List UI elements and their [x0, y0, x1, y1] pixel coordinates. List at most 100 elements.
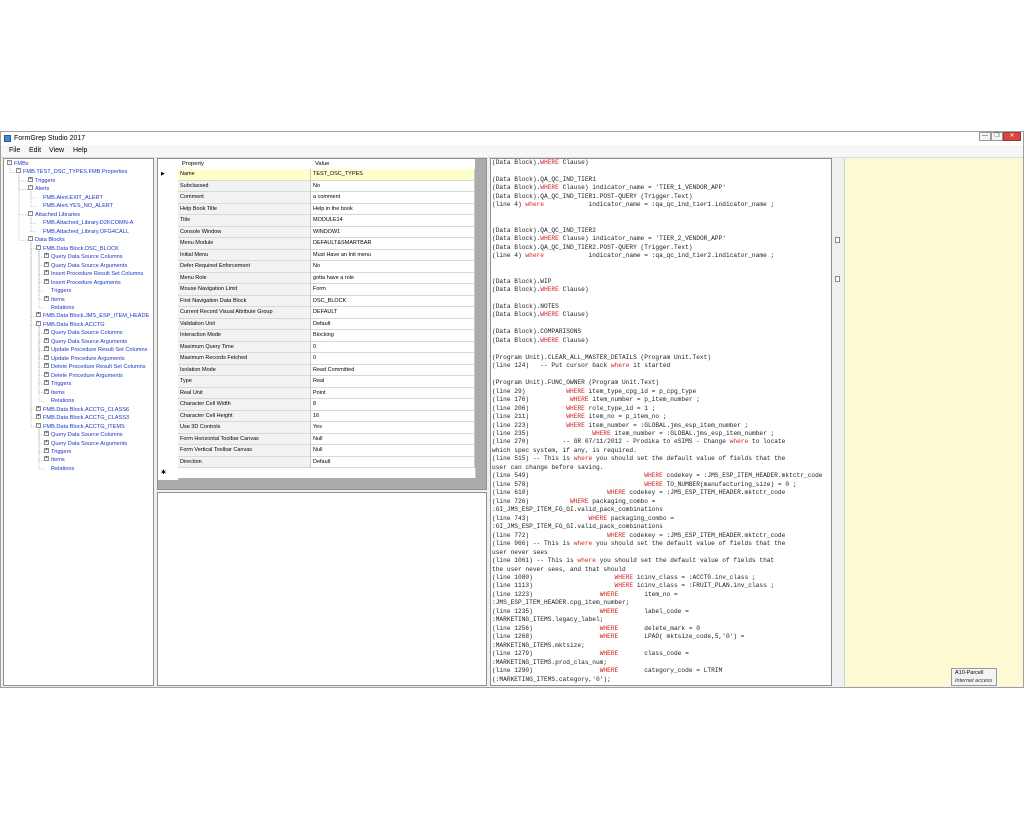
collapse-icon[interactable]: - — [36, 320, 41, 326]
grid-row[interactable]: Defer Required Enforcement No — [178, 261, 475, 273]
expand-icon[interactable]: + — [44, 329, 49, 335]
collapse-icon[interactable]: - — [28, 185, 33, 191]
expand-icon[interactable]: + — [44, 253, 49, 259]
tree-node-label[interactable]: Triggers — [51, 288, 71, 294]
property-name-cell[interactable]: Help Book Title — [178, 203, 311, 215]
collapse-icon[interactable]: - — [36, 422, 41, 428]
tree-node-label[interactable]: FMB.Data Block.ACCTG_CLASS3 — [43, 415, 129, 421]
tree-node-label[interactable]: Query Data Source Arguments — [51, 339, 127, 345]
tree-node[interactable]: + Update Procedure Arguments — [44, 354, 125, 363]
property-name-cell[interactable]: Isolation Mode — [178, 364, 311, 376]
grid-row[interactable]: Mouse Navigation Limit Form — [178, 284, 475, 296]
tree-node-label[interactable]: Query Data Source Columns — [51, 254, 123, 260]
tree-node-label[interactable]: Delete Procedure Result Set Columns — [51, 364, 146, 370]
tree-node-label[interactable]: Data Blocks — [35, 237, 65, 243]
tree-node-label[interactable]: Triggers — [35, 178, 55, 184]
tree-node-label[interactable]: Update Procedure Result Set Columns — [51, 347, 147, 353]
tree-node-label[interactable]: Triggers — [51, 381, 71, 387]
expand-icon[interactable]: + — [44, 261, 49, 267]
tree-node[interactable]: + Query Data Source Columns — [44, 253, 123, 261]
property-value-cell[interactable]: DEFAULT&SMARTBAR — [311, 238, 475, 250]
tree-node[interactable]: Relations — [44, 465, 74, 473]
property-value-cell[interactable]: Yes — [311, 422, 475, 434]
property-value-cell[interactable]: gotta have a role — [311, 272, 475, 284]
tree-node[interactable]: + Items — [44, 295, 65, 304]
grid-row[interactable]: Initial Menu Must Have an Init menu — [178, 249, 475, 261]
tree-node[interactable]: Relations — [44, 397, 74, 405]
tree-node-label[interactable]: Alerts — [35, 186, 49, 192]
tree-node-label[interactable]: FMB.Attached_Library.OFG4CALL — [43, 229, 129, 235]
property-name-cell[interactable]: Comment — [178, 192, 311, 204]
tree-node[interactable]: Relations — [44, 304, 74, 312]
menu-edit[interactable]: Edit — [29, 145, 41, 157]
property-value-cell[interactable]: TEST_DSC_TYPES — [311, 169, 475, 181]
grid-row[interactable]: Title MODULE14 — [178, 215, 475, 227]
grid-row[interactable]: Maximum Query Time 0 — [178, 341, 475, 353]
splitter-grip-top[interactable] — [835, 237, 840, 243]
property-name-cell[interactable]: Form Vertical Toolbar Canvas — [178, 445, 311, 457]
collapse-icon[interactable]: - — [28, 236, 33, 242]
property-name-cell[interactable]: Console Window — [178, 226, 311, 238]
maximize-button[interactable]: ❐ — [991, 132, 1003, 141]
property-name-cell[interactable]: Character Cell Height — [178, 410, 311, 422]
property-name-cell[interactable]: Title — [178, 215, 311, 227]
tree-node[interactable]: FMB.Alert.YES_NO_ALERT — [36, 202, 113, 210]
expand-icon[interactable]: + — [44, 337, 49, 343]
tree-node[interactable]: + Items — [44, 388, 65, 397]
property-name-cell[interactable]: Character Cell Width — [178, 399, 311, 411]
expand-icon[interactable]: + — [44, 278, 49, 284]
property-value-cell[interactable]: Form — [311, 284, 475, 296]
property-value-cell[interactable]: No — [311, 261, 475, 273]
property-name-cell[interactable]: Mouse Navigation Limit — [178, 284, 311, 296]
collapse-icon[interactable]: - — [7, 160, 12, 166]
property-name-cell[interactable]: Current Record Visual Attribute Group — [178, 307, 311, 319]
menu-help[interactable]: Help — [73, 145, 87, 157]
expand-icon[interactable]: + — [44, 447, 49, 453]
expand-icon[interactable]: + — [36, 414, 41, 420]
property-value-cell[interactable]: DEFAULT — [311, 307, 475, 319]
tree-node-label[interactable]: Relations — [51, 305, 74, 311]
tree-node[interactable]: FMB.Attached_Library.D2KCOMN-A — [36, 219, 133, 227]
grid-row[interactable]: Direction Default — [178, 456, 475, 468]
tree-node-label[interactable]: FMB.Data Block.JMS_ESP_ITEM_HEADE — [43, 313, 149, 319]
expand-icon[interactable]: + — [44, 371, 49, 377]
tree-node[interactable]: + Query Data Source Arguments — [44, 439, 127, 448]
property-value-cell[interactable]: Read Committed — [311, 364, 475, 376]
grid-row[interactable]: Type Real — [178, 376, 475, 388]
property-value-cell[interactable]: Help in the book — [311, 203, 475, 215]
grid-row[interactable]: Real Unit Point — [178, 387, 475, 399]
property-value-cell[interactable]: MODULE14 — [311, 215, 475, 227]
expand-icon[interactable]: + — [44, 380, 49, 386]
property-value-cell[interactable]: DSC_BLOCK — [311, 295, 475, 307]
property-name-cell[interactable]: Menu Role — [178, 272, 311, 284]
property-name-cell[interactable]: Initial Menu — [178, 249, 311, 261]
expand-icon[interactable]: + — [44, 456, 49, 462]
tree-node[interactable]: + Insert Procedure Result Set Columns — [44, 270, 143, 278]
menu-file[interactable]: File — [9, 145, 20, 157]
expand-icon[interactable]: + — [44, 431, 49, 437]
property-name-cell[interactable]: Subclassed — [178, 180, 311, 192]
tree-node-label[interactable]: Query Data Source Columns — [51, 432, 123, 438]
grid-row[interactable]: Maximum Records Fetched 0 — [178, 353, 475, 365]
property-value-cell[interactable]: Real — [311, 376, 475, 388]
property-value-cell[interactable]: 8 — [311, 399, 475, 411]
grid-row[interactable]: Character Cell Width 8 — [178, 399, 475, 411]
detail-pane[interactable] — [157, 492, 487, 686]
property-name-cell[interactable]: Real Unit — [178, 387, 311, 399]
tree-node-label[interactable]: Query Data Source Arguments — [51, 441, 127, 447]
vertical-splitter[interactable] — [832, 158, 844, 686]
grid-row[interactable]: Validation Unit Default — [178, 318, 475, 330]
property-value-cell[interactable]: Must Have an Init menu — [311, 249, 475, 261]
tree-node[interactable]: + Items — [44, 456, 65, 464]
property-value-cell[interactable]: Point — [311, 387, 475, 399]
expand-icon[interactable]: + — [44, 354, 49, 360]
tree-node[interactable]: + Insert Procedure Arguments — [44, 278, 121, 287]
property-value-cell[interactable]: Blocking — [311, 330, 475, 342]
property-name-cell[interactable]: Defer Required Enforcement — [178, 261, 311, 273]
tree-node[interactable]: + Delete Procedure Result Set Columns — [44, 363, 146, 371]
collapse-icon[interactable]: - — [28, 210, 33, 216]
new-row[interactable] — [178, 468, 476, 478]
menu-view[interactable]: View — [49, 145, 64, 157]
property-name-cell[interactable]: Validation Unit — [178, 318, 311, 330]
grid-row[interactable]: Use 3D Controls Yes — [178, 422, 475, 434]
